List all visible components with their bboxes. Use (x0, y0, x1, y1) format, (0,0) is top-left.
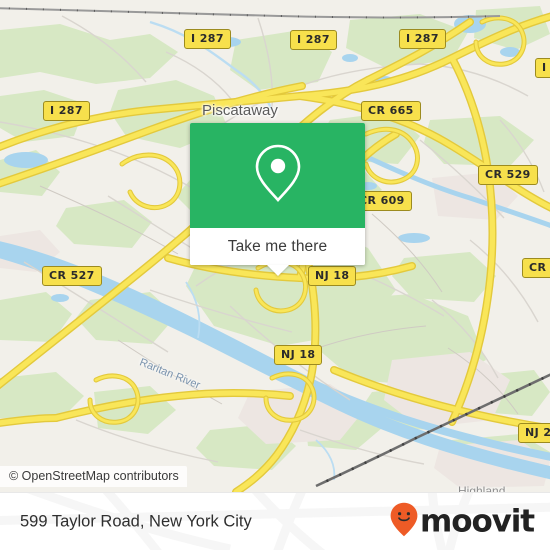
place-label-piscataway: Piscataway (202, 102, 278, 119)
road-shield-cr527: CR 527 (42, 266, 102, 286)
take-me-there-label: Take me there (227, 237, 328, 255)
road-shield-nj18-n: NJ 18 (308, 266, 357, 286)
map-pin-icon (250, 141, 306, 210)
road-shield-i287-n2: I 287 (290, 30, 337, 50)
road-shield-i287-ne: I 287 (535, 58, 550, 78)
road-shield-i287-n1: I 287 (184, 29, 231, 49)
faint-label-highland: Highland (458, 484, 506, 492)
osm-attribution[interactable]: © OpenStreetMap contributors (0, 466, 187, 487)
location-popup-card[interactable]: Take me there (190, 123, 365, 276)
moovit-smiley-pin-icon (389, 502, 419, 543)
popup-tail (266, 265, 289, 276)
road-shield-cr665: CR 665 (361, 101, 421, 121)
popup-header (190, 123, 365, 228)
road-shield-i287-n3: I 287 (399, 29, 446, 49)
footer-bar: 599 Taylor Road, New York City moovit (0, 492, 550, 550)
address-text: 599 Taylor Road, New York City (20, 512, 252, 531)
road-shield-nj27: NJ 27 (518, 423, 550, 443)
moovit-logo[interactable]: moovit (389, 502, 535, 543)
moovit-map-screenshot: Piscataway Raritan River Highland I 287 I… (0, 0, 550, 550)
take-me-there-button[interactable]: Take me there (190, 228, 365, 265)
map-canvas[interactable]: Piscataway Raritan River Highland I 287 I… (0, 0, 550, 492)
road-shield-cr529: CR 529 (478, 165, 538, 185)
moovit-wordmark: moovit (420, 503, 535, 540)
road-shield-nj18-s: NJ 18 (274, 345, 323, 365)
road-shield-i287-nw: I 287 (43, 101, 90, 121)
road-shield-cr529-e: CR 529 (522, 258, 550, 278)
